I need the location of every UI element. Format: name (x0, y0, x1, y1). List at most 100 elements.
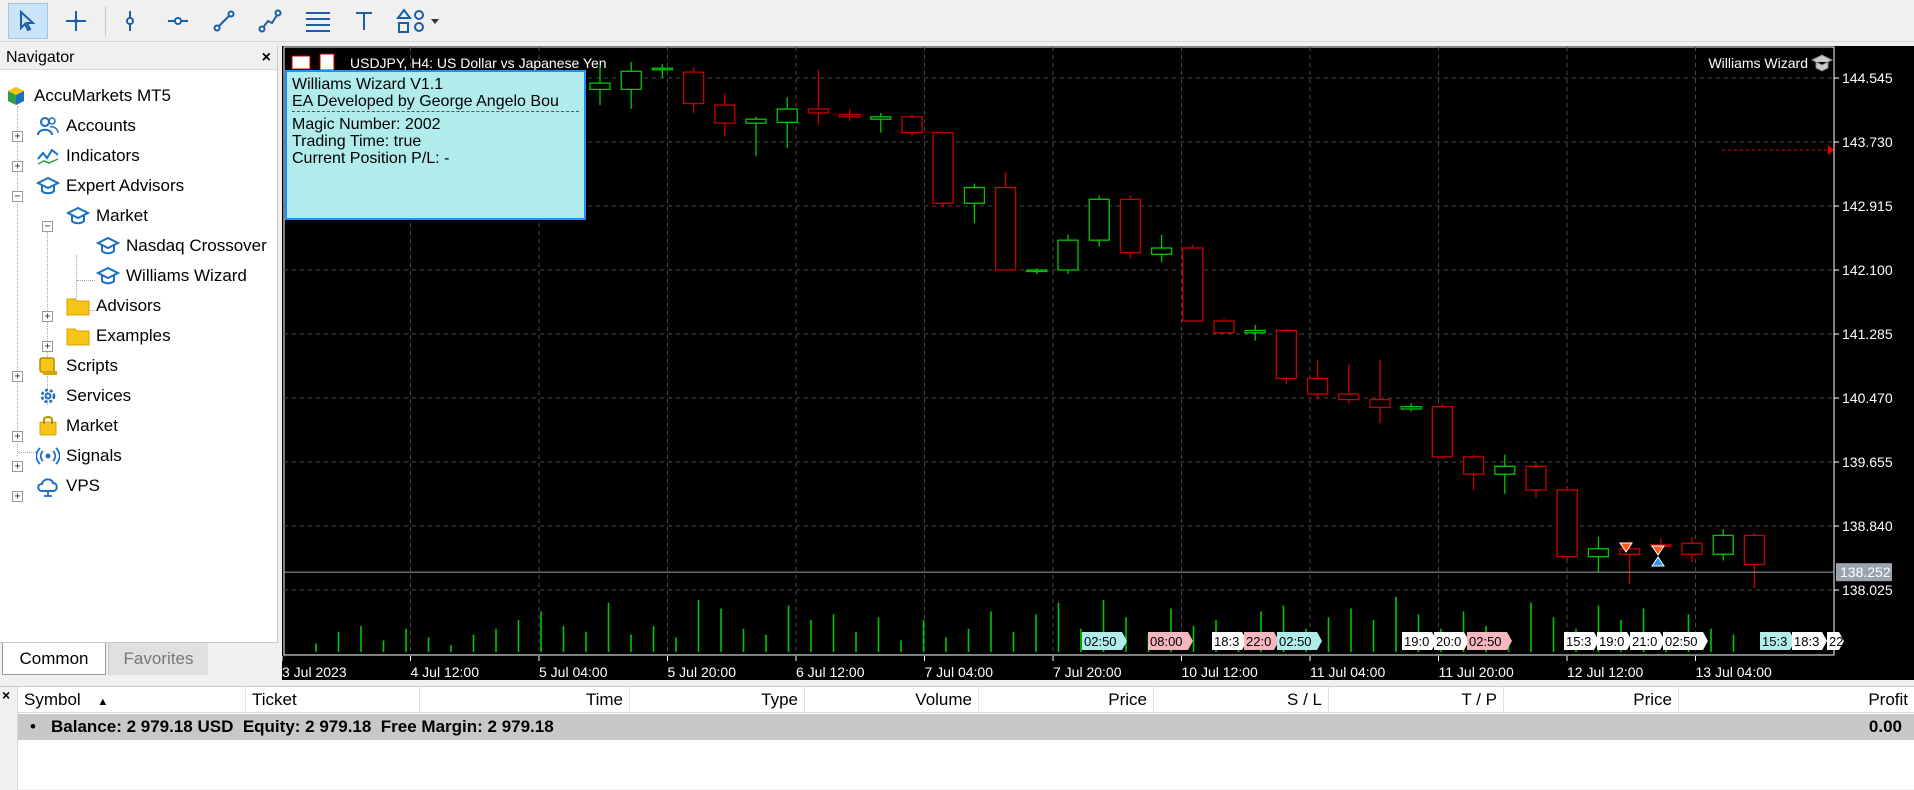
nav-item-label: Services (66, 386, 132, 405)
nav-item-label: Advisors (96, 296, 162, 315)
nav-item-label: Accounts (66, 116, 136, 135)
fibonacci-icon[interactable] (298, 3, 338, 39)
indicators-icon (36, 144, 60, 168)
horizontal-line-icon[interactable] (158, 3, 198, 39)
event-marker-label: 15:3 (1762, 634, 1787, 649)
column-profit[interactable]: Profit (1679, 687, 1914, 713)
nav-item-market[interactable]: Market (36, 411, 118, 441)
nav-item-services[interactable]: Services (36, 381, 131, 411)
price-chart[interactable]: 144.545 143.730 142.915 142.100 141.285 140.4… (282, 46, 1914, 680)
nav-item-label: Indicators (66, 146, 140, 165)
candle-body (1119, 198, 1142, 254)
price-axis-label: 142.915 (1842, 198, 1893, 214)
tab-common[interactable]: Common (2, 643, 106, 675)
nav-item-accounts[interactable]: Accounts (36, 111, 136, 141)
broker-icon (4, 84, 28, 108)
expand-signals-icon[interactable]: + (12, 461, 23, 472)
candle-body (776, 108, 798, 124)
tab-favorites[interactable]: Favorites (108, 643, 208, 675)
candle-body (1587, 548, 1610, 558)
accounts-icon (36, 114, 60, 138)
expand-vps-icon[interactable]: + (12, 491, 23, 502)
nav-item-label: Examples (96, 326, 171, 345)
balance-summary: Balance: 2 979.18 USD Equity: 2 979.18 F… (51, 717, 554, 736)
nav-item-market-ea[interactable]: Market (66, 201, 148, 231)
candle-body (1431, 405, 1454, 458)
nav-item-broker[interactable]: AccuMarkets MT5 (4, 81, 171, 111)
expand-accounts-icon[interactable]: + (12, 131, 23, 142)
price-axis-label: 140.470 (1842, 390, 1893, 406)
time-axis-label: 7 Jul 04:00 (925, 664, 994, 680)
candle-body (994, 186, 1017, 271)
navigator-title: Navigator (6, 48, 75, 66)
navigator-header: Navigator × (0, 46, 277, 70)
nav-item-label: Scripts (66, 356, 118, 375)
expand-indicators-icon[interactable]: + (12, 161, 23, 172)
toolbar (0, 0, 1914, 42)
time-axis-label: 6 Jul 12:00 (796, 664, 865, 680)
crosshair-icon[interactable] (56, 3, 96, 39)
text-tool-icon[interactable] (344, 3, 384, 39)
order-arrow-icon (1828, 145, 1834, 156)
folder-icon (66, 324, 90, 348)
candle-body (589, 82, 611, 91)
expand-scripts-icon[interactable]: + (12, 371, 23, 382)
nav-item-examples[interactable]: Examples (66, 321, 171, 351)
collapse-market-ea-icon[interactable]: − (42, 221, 53, 232)
buy-arrow-icon (1651, 556, 1665, 567)
candle-body (1026, 269, 1048, 273)
nav-item-nasdaq-crossover[interactable]: Nasdaq Crossover (96, 231, 267, 261)
close-icon[interactable]: × (2, 687, 10, 703)
column-ticket[interactable]: Ticket (246, 687, 420, 713)
expert-advisor-icon (1810, 54, 1834, 72)
candle-body (1182, 247, 1204, 322)
multi-segment-icon[interactable] (250, 3, 290, 39)
candle-body (1618, 548, 1641, 555)
candle-body (807, 108, 830, 114)
column-price[interactable]: Price (979, 687, 1154, 713)
terminal-sidebar: × (0, 687, 18, 790)
expert-advisor-icon (66, 204, 90, 228)
column-time[interactable]: Time (420, 687, 630, 713)
close-icon[interactable]: × (262, 49, 271, 67)
column-current-price[interactable]: Price (1504, 687, 1679, 713)
time-axis-label: 5 Jul 20:00 (668, 664, 737, 680)
nav-item-williams-wizard[interactable]: Williams Wizard (96, 261, 247, 291)
candle-body (1462, 456, 1485, 475)
cursor-icon[interactable] (8, 3, 48, 39)
column-volume[interactable]: Volume (805, 687, 979, 713)
column-take-profit[interactable]: T / P (1329, 687, 1504, 713)
balance-row[interactable]: • Balance: 2 979.18 USD Equity: 2 979.18… (18, 714, 1914, 740)
candle-body (1712, 534, 1734, 555)
ea-name: Williams Wizard V1.1 (292, 76, 444, 93)
nav-item-scripts[interactable]: Scripts (36, 351, 118, 381)
time-axis-label: 3 Jul 2023 (282, 664, 347, 680)
nav-item-label: Nasdaq Crossover (126, 236, 267, 255)
expand-market-icon[interactable]: + (12, 431, 23, 442)
nav-item-indicators[interactable]: Indicators (36, 141, 140, 171)
price-axis-label: 139.655 (1842, 454, 1893, 470)
event-marker-label: 19:0 (1404, 634, 1429, 649)
expand-advisors-icon[interactable]: + (42, 311, 53, 322)
event-marker-label: 22:0 (1246, 634, 1271, 649)
nav-item-label: Expert Advisors (66, 176, 185, 195)
candle-body (1275, 329, 1298, 380)
column-type[interactable]: Type (630, 687, 805, 713)
candle-body (1213, 320, 1235, 334)
nav-item-advisors[interactable]: Advisors (66, 291, 161, 321)
nav-item-expert-advisors[interactable]: Expert Advisors (36, 171, 184, 201)
candle-body (901, 116, 923, 134)
nav-item-signals[interactable]: Signals (36, 441, 122, 471)
event-marker-label: 18:3 (1794, 634, 1819, 649)
trendline-icon[interactable] (204, 3, 244, 39)
nav-item-label: Williams Wizard (126, 266, 247, 285)
collapse-expert-advisors-icon[interactable]: − (12, 191, 23, 202)
column-stop-loss[interactable]: S / L (1154, 687, 1329, 713)
vertical-line-icon[interactable] (110, 3, 150, 39)
shapes-icon[interactable] (392, 3, 448, 39)
total-profit: 0.00 (1868, 717, 1902, 736)
nav-item-vps[interactable]: VPS (36, 471, 100, 501)
column-symbol[interactable]: Symbol ▲ (18, 687, 246, 713)
event-marker-label: 08:00 (1150, 634, 1183, 649)
ea-developer: EA Developed by George Angelo Bou (292, 93, 579, 112)
